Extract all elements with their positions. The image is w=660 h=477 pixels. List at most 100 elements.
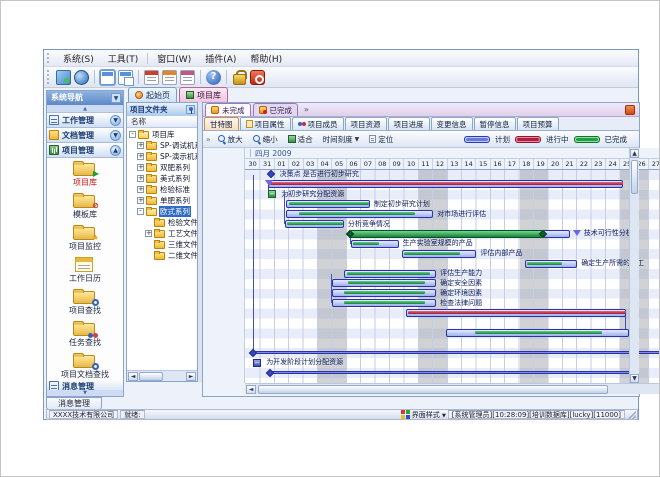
- task-bar[interactable]: [332, 279, 436, 287]
- sidebar-item-项目监控[interactable]: ★项目监控: [47, 222, 123, 254]
- scroll-thumb[interactable]: [139, 372, 163, 381]
- project-span-line[interactable]: [253, 351, 660, 354]
- chevron-down-icon[interactable]: ▼: [110, 130, 121, 141]
- sidebar-section-3[interactable]: 项目管理▲: [47, 143, 123, 158]
- sidebar-section-2[interactable]: 文档管理▼: [47, 128, 123, 143]
- scroll-up-icon[interactable]: ▲: [630, 149, 639, 158]
- sidebar-item-模板库[interactable]: ⊘模板库: [47, 190, 123, 222]
- fit-button[interactable]: 适合: [285, 133, 316, 146]
- view-tab-项目属性[interactable]: 项目属性: [240, 117, 291, 130]
- scroll-down-icon[interactable]: ▼: [630, 374, 639, 383]
- view-tab-项目资源[interactable]: 项目资源: [345, 117, 387, 130]
- sidebar-section-1[interactable]: 工作管理▼: [47, 113, 123, 128]
- doc-tab-项目库[interactable]: 项目库: [179, 87, 228, 102]
- stop-icon[interactable]: [250, 70, 265, 85]
- zoom-out-button[interactable]: 缩小: [250, 133, 281, 146]
- panel-close-button[interactable]: [625, 105, 635, 115]
- project-span-bar[interactable]: [270, 371, 634, 374]
- globe-icon[interactable]: [74, 70, 89, 85]
- sidebar-item-项目文档查找[interactable]: 项目文档查找: [47, 350, 123, 382]
- window-icon[interactable]: [100, 70, 115, 85]
- expand-icon[interactable]: +: [145, 230, 152, 237]
- time-scale-dropdown[interactable]: 时间刻度▼: [320, 133, 363, 146]
- scroll-left-icon[interactable]: ◄: [246, 385, 256, 394]
- doc-tab-起始页[interactable]: 起始页: [128, 87, 177, 102]
- summary-bar[interactable]: [268, 180, 624, 188]
- collapse-box-icon[interactable]: −: [253, 359, 261, 367]
- tree-node-三维文件[interactable]: 三维文件: [145, 239, 197, 250]
- menu-item-2[interactable]: 工具(T): [101, 50, 146, 67]
- summary-done-bar[interactable]: [350, 230, 543, 238]
- view-tab-项目成员[interactable]: 项目成员: [292, 117, 344, 130]
- sidebar-collapse-button[interactable]: ▼: [111, 93, 121, 103]
- expand-icon[interactable]: +: [137, 164, 144, 171]
- cascade-icon[interactable]: [118, 70, 133, 85]
- help-icon[interactable]: [206, 70, 221, 85]
- expand-icon[interactable]: +: [137, 197, 144, 204]
- view-tab-变更信息[interactable]: 变更信息: [431, 117, 473, 130]
- task-bar[interactable]: [332, 289, 436, 297]
- sidebar-item-项目查找[interactable]: 项目查找: [47, 286, 123, 318]
- menu-item-1[interactable]: 系统(S): [56, 50, 101, 67]
- task-bar[interactable]: [286, 210, 433, 218]
- scroll-right-icon[interactable]: ►: [186, 372, 196, 381]
- style-selector[interactable]: 界面样式 ▼: [412, 410, 446, 420]
- tree-horizontal-scrollbar[interactable]: ◄ ►: [127, 370, 197, 381]
- sidebar-collapse-strip[interactable]: ▲: [47, 105, 123, 113]
- summary-bar[interactable]: [406, 309, 626, 317]
- chevron-down-icon[interactable]: ▼: [110, 115, 121, 126]
- expand-icon[interactable]: +: [137, 153, 144, 160]
- view-tab-暂停信息[interactable]: 暂停信息: [474, 117, 516, 130]
- tree-node-检验文件[interactable]: 检验文件: [145, 217, 197, 228]
- tree-node-二维文件[interactable]: 二维文件: [145, 250, 197, 261]
- view-tab-甘特图[interactable]: 甘特图: [204, 117, 239, 130]
- scroll-thumb[interactable]: [631, 160, 638, 194]
- tree-column-header[interactable]: 名称: [127, 116, 197, 128]
- collapse-icon[interactable]: -: [137, 208, 144, 215]
- locate-button[interactable]: 定位: [366, 133, 396, 146]
- sidebar-bottom-section[interactable]: 消息管理: [47, 379, 123, 390]
- task-bar[interactable]: [402, 250, 477, 258]
- status-tab-未完成[interactable]: 未完成: [205, 103, 251, 116]
- collapse-box-icon[interactable]: −: [268, 190, 276, 198]
- sidebar-item-工作日历[interactable]: 工作日历: [47, 254, 123, 286]
- tab-overflow-icon[interactable]: »: [304, 105, 309, 114]
- sidebar-bottom-chevron[interactable]: ▼: [47, 390, 123, 396]
- gantt-horizontal-scrollbar[interactable]: ◄ ►: [245, 383, 660, 394]
- tree-node-SP-调试机系[interactable]: +SP-调试机系: [137, 140, 197, 151]
- expand-icon[interactable]: +: [137, 142, 144, 149]
- tree-node-单肥系列[interactable]: +单肥系列: [137, 195, 191, 206]
- tree-node-工艺文件[interactable]: +工艺文件: [145, 228, 197, 239]
- menu-item-4[interactable]: 插件(A): [198, 50, 243, 67]
- scroll-left-icon[interactable]: ◄: [128, 372, 138, 381]
- task-bar[interactable]: [285, 220, 344, 228]
- task-bar[interactable]: [446, 329, 629, 337]
- chevron-up-icon[interactable]: ▲: [110, 145, 121, 156]
- task-bar[interactable]: [351, 240, 399, 248]
- task-bar[interactable]: [344, 270, 436, 278]
- calendar-orange-icon[interactable]: [162, 70, 177, 85]
- tree-node-SP-演示机系[interactable]: +SP-演示机系: [137, 151, 197, 162]
- zoom-in-button[interactable]: 放大: [215, 133, 246, 146]
- collapse-icon[interactable]: -: [129, 131, 136, 138]
- screen-icon[interactable]: [56, 70, 71, 85]
- task-bar[interactable]: [286, 200, 370, 208]
- menu-item-5[interactable]: 帮助(H): [243, 50, 289, 67]
- tree-node-双肥系列[interactable]: +双肥系列: [137, 162, 191, 173]
- calendar-red-icon[interactable]: [144, 70, 159, 85]
- tree-node-欧式系列[interactable]: -欧式系列: [137, 206, 191, 217]
- calendar-pink-icon[interactable]: [180, 70, 195, 85]
- tree-node-检验标准[interactable]: +检验标准: [137, 184, 191, 195]
- view-tab-项目预算[interactable]: 项目预算: [517, 117, 559, 130]
- status-tab-已完成[interactable]: 已完成: [253, 103, 299, 116]
- sidebar-section-bottom[interactable]: 消息管理: [47, 379, 123, 390]
- resize-grip[interactable]: [628, 411, 636, 419]
- sidebar-item-任务查找[interactable]: 任务查找: [47, 318, 123, 350]
- scroll-thumb[interactable]: [258, 385, 608, 394]
- gantt-vertical-scrollbar[interactable]: ▲ ▼: [629, 148, 639, 385]
- menu-item-3[interactable]: 窗口(W): [150, 50, 198, 67]
- view-tab-项目进度[interactable]: 项目进度: [388, 117, 430, 130]
- tree-node-美式系列[interactable]: +美式系列: [137, 173, 191, 184]
- task-bar[interactable]: [525, 260, 577, 268]
- tree-node-项目库[interactable]: -项目库: [129, 129, 176, 140]
